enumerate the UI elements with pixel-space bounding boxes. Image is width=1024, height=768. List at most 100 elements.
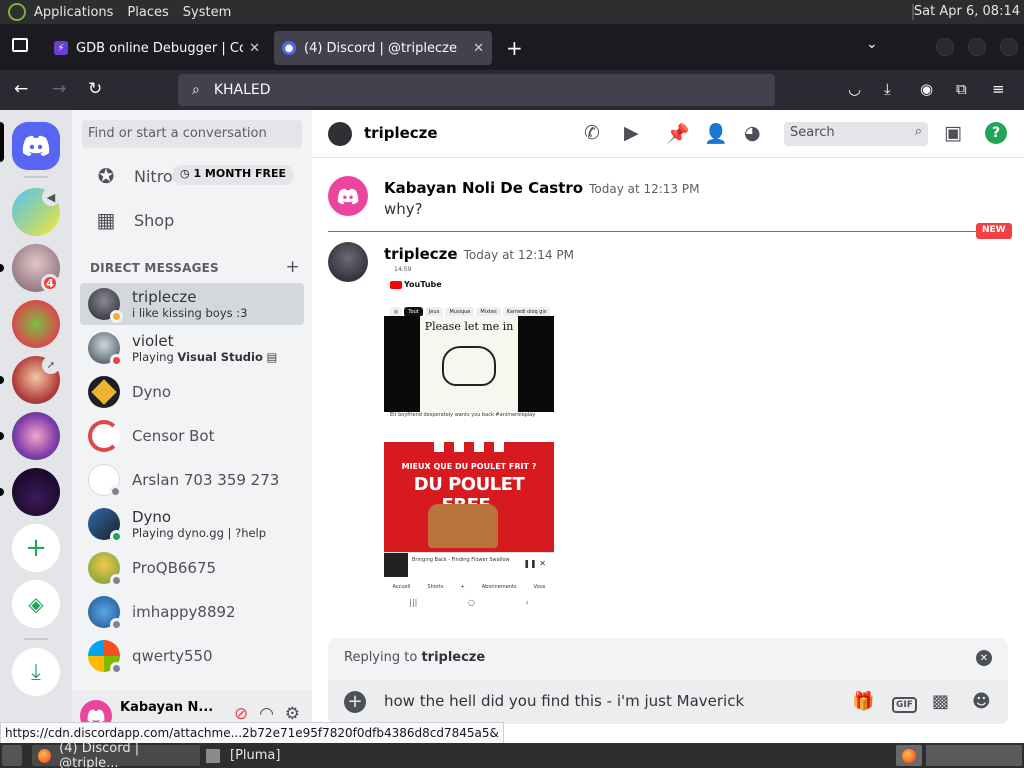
download-icon[interactable]: ⤓ [884,80,891,98]
ad-food-image [428,504,498,548]
mini-player: Bringing Back - Finding Flower Swallow ❚… [384,552,554,577]
message-text: why? [384,200,423,218]
headphones-icon[interactable]: ◠ [259,704,274,724]
dm-row[interactable]: Censor Bot [80,415,304,457]
shop-icon: ▦ [96,208,116,232]
sticker-icon[interactable]: ▩ [932,691,949,712]
minimize-button[interactable] [936,38,954,56]
tab-discord[interactable]: ● (4) Discord | @triplecze ✕ [274,31,492,65]
taskbar-item-discord[interactable]: (4) Discord | @triple... [32,741,200,768]
menu-system[interactable]: System [183,5,231,20]
show-desktop-button[interactable] [2,745,22,766]
hamburger-menu-icon[interactable]: ≡ [992,80,1005,98]
firefox-icon [902,748,916,763]
workspace-switcher[interactable] [896,745,922,766]
chat-search-input[interactable]: Search ⌕ [784,122,928,146]
pocket-icon[interactable]: ◡ [848,80,861,98]
message-avatar[interactable] [328,242,368,282]
dm-row[interactable]: triplecze i like kissing boys :3 [80,283,304,325]
create-dm-icon[interactable]: + [286,257,300,277]
username[interactable]: Kabayan N... [120,700,213,715]
dm-row[interactable]: Arslan 703 359 273 [80,459,304,501]
status-offline-icon [110,618,123,631]
url-bar[interactable]: ⌕ KHALED [178,74,775,106]
message-time: Today at 12:14 PM [463,248,574,262]
youtube-logo: YouTube [390,280,442,289]
explore-compass-icon[interactable]: ◈ [12,580,60,628]
back-arrow-icon[interactable]: ← [14,79,28,99]
gift-icon[interactable]: 🎁 [852,691,874,712]
dm-row[interactable]: imhappy8892 [80,591,304,633]
dm-search-input[interactable]: Find or start a conversation [82,120,302,148]
discord-logo-icon [22,135,50,156]
add-server-button[interactable]: + [12,524,60,572]
message-input-text[interactable]: how the hell did you find this - i'm jus… [384,692,744,710]
menu-applications[interactable]: Applications [34,5,113,20]
download-apps-icon[interactable]: ⤓ [12,648,60,696]
chat-search-placeholder: Search [790,125,835,140]
dm-row[interactable]: qwerty550 [80,635,304,677]
home-button[interactable] [12,122,60,170]
gif-icon[interactable]: GIF [892,691,917,713]
dm-name: Dyno [132,508,172,526]
status-dnd-icon [110,354,123,367]
close-icon[interactable]: ✕ [473,41,484,56]
tab-gdb[interactable]: ⚡ GDB online Debugger | Com ✕ [46,31,268,65]
ad-banner: MIEUX QUE DU POULET FRIT ? DU POULET FRE… [384,442,554,552]
server-icon-6[interactable] [12,468,60,516]
tab-list-icon[interactable] [12,38,28,52]
workspace-switcher-area[interactable] [926,745,1022,766]
voice-call-icon[interactable]: ✆ [584,122,600,144]
image-attachment[interactable]: 14:59 YouTube ◎ Tout Jeux Musique Mixtes Kame… [384,262,554,612]
shop-nav[interactable]: ▦ Shop [80,199,304,241]
dm-name: ProQB6675 [132,559,217,577]
gear-icon[interactable]: ⚙ [285,704,300,724]
message-author[interactable]: Kabayan Noli De Castro [384,179,583,197]
server-icon-5[interactable] [12,412,60,460]
close-window-button[interactable] [1000,38,1018,56]
muted-mic-icon[interactable]: ⊘ [234,704,248,724]
discord-logo-icon [87,709,105,723]
os-logo-icon[interactable] [8,3,26,21]
message-author[interactable]: triplecze [384,245,458,263]
menu-places[interactable]: Places [127,5,168,20]
dm-row[interactable]: Dyno [80,371,304,413]
speaker-icon: ◀ [42,188,60,206]
user-profile-icon[interactable]: ◕ [744,122,761,144]
dm-row[interactable]: Dyno Playing dyno.gg | ?help [80,503,304,545]
taskbar-item-pluma[interactable]: [Pluma] [206,745,326,766]
avatar [88,420,120,452]
new-label: NEW [976,223,1012,239]
close-reply-icon[interactable]: ✕ [976,650,992,666]
mini-thumb [384,553,408,577]
reload-icon[interactable]: ↻ [88,79,102,99]
add-friend-icon[interactable]: 👤 [704,122,728,145]
mini-controls: ❚❚ ✕ [523,559,546,568]
extensions-icon[interactable]: ⧉ [956,80,967,98]
dm-name: triplecze [132,288,197,306]
forward-arrow-icon[interactable]: → [52,79,66,99]
server-icon-3[interactable] [12,300,60,348]
close-icon[interactable]: ✕ [249,41,260,56]
dm-row[interactable]: ProQB6675 [80,547,304,589]
chevron-down-icon[interactable]: ⌄ [866,36,878,52]
account-icon[interactable]: ◉ [920,80,933,98]
pin-icon[interactable]: 📌 [666,122,690,145]
dm-name: Arslan 703 359 273 [132,471,280,489]
maximize-button[interactable] [968,38,986,56]
inbox-icon[interactable]: ▣ [944,122,962,144]
attach-plus-icon[interactable]: + [344,691,366,713]
message-avatar[interactable] [328,176,368,216]
new-tab-icon[interactable]: + [506,36,523,60]
message-composer[interactable]: + how the hell did you find this - i'm j… [328,680,1008,724]
video-call-icon[interactable]: ▶ [624,122,639,144]
clock[interactable]: Sat Apr 6, 08:14 [914,4,1020,19]
rail-separator [24,176,48,178]
nav-item: + [460,584,465,590]
video-frame: Please let me in [420,316,518,412]
reply-bar: Replying to triplecze ✕ [328,638,1008,680]
dm-row[interactable]: violet Playing Visual Studio ▤ [80,327,304,369]
help-icon[interactable]: ? [985,122,1007,144]
nitro-nav[interactable]: ✪ Nitro ◷ 1 MONTH FREE [80,155,304,197]
emoji-icon[interactable]: ☻ [972,691,991,712]
